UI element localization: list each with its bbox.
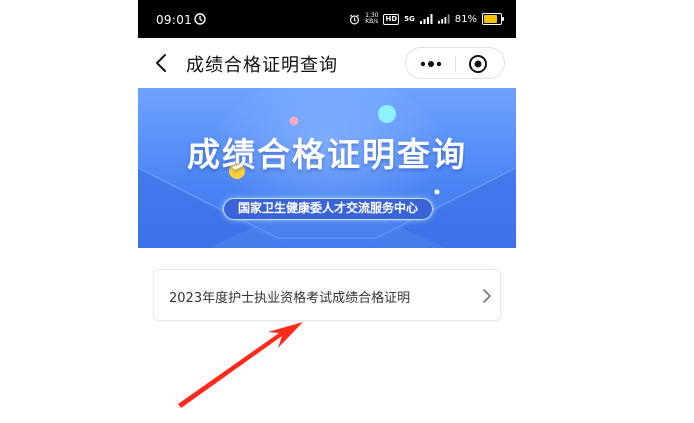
list-item-label: 2023年度护士执业资格考试成绩合格证明 [169,291,411,306]
nav-bar: 成绩合格证明查询 [138,38,516,88]
signal-bars-secondary-icon [437,14,450,24]
status-bar: 09:01 1.30 KB/s HD 5G 81% [138,0,516,38]
signal-bars-icon [419,14,433,24]
hero-banner: 成绩合格证明查询 国家卫生健康委人才交流服务中心 [138,88,516,248]
status-indicators: 1.30 KB/s HD 5G 81% [349,12,504,26]
banner-title: 成绩合格证明查询 [187,135,467,174]
miniprogram-capsule [405,47,505,79]
capsule-divider [455,56,456,72]
more-dots-icon[interactable] [418,57,444,71]
battery-percent: 81% [454,13,477,25]
app-status-icon [194,13,206,25]
chevron-right-icon [483,289,491,303]
deco-dot [378,105,396,123]
banner-subtitle-badge: 国家卫生健康委人才交流服务中心 [223,198,433,220]
hd-badge: HD [383,13,400,25]
battery-icon [482,13,504,25]
status-time: 09:01 [156,13,193,27]
target-circle-icon[interactable] [468,54,488,74]
list-item[interactable]: 2023年度护士执业资格考试成绩合格证明 [153,269,501,321]
network-type: 5G [404,15,415,23]
page-title: 成绩合格证明查询 [186,55,338,76]
net-speed: 1.30 KB/s [365,13,378,25]
alarm-icon [350,14,360,24]
chevron-left-icon[interactable] [150,51,174,75]
net-speed-unit: KB/s [365,18,379,25]
phone-screen: 09:01 1.30 KB/s HD 5G 81% 成绩合格证明查询 成绩合格证… [138,0,516,423]
